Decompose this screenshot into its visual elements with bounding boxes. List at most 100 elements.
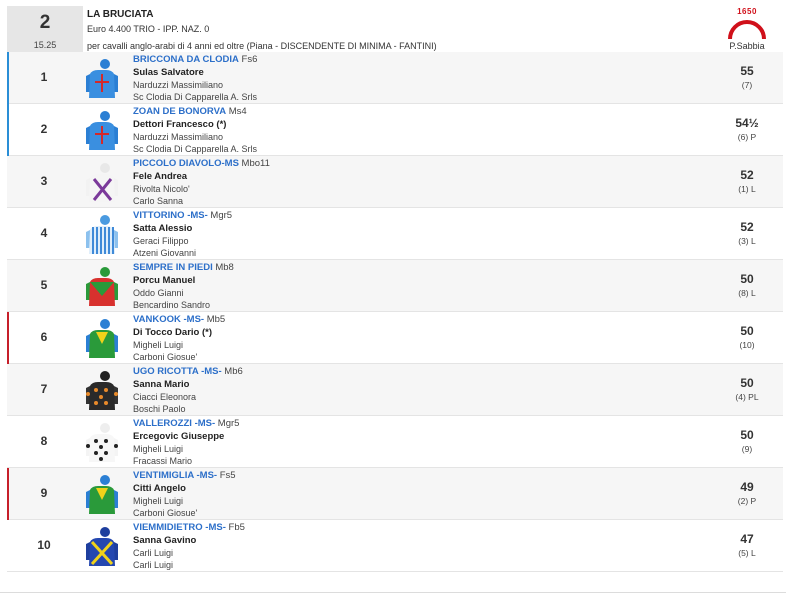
runner-number: 9 (40, 486, 48, 500)
trainer-name: Narduzzi Massimiliano (133, 132, 224, 142)
divider (0, 592, 786, 593)
runner-weight: 54½ (735, 116, 759, 130)
runner-draw: (5) L (738, 548, 756, 558)
silk-white-purple-cross-icon (84, 162, 118, 202)
owner-name: Bencardino Sandro (133, 300, 211, 310)
race-name: LA BRUCIATA (87, 9, 154, 20)
horse-name-line: UGO RICOTTA -MS- Mb6 (133, 366, 243, 377)
horse-form: Ms4 (228, 106, 247, 117)
runner-number: 7 (40, 382, 48, 396)
owner-name: Sc Clodia Di Capparella A. Srls (133, 92, 258, 102)
runner-draw: (7) (741, 80, 753, 90)
owner-name: Sc Clodia Di Capparella A. Srls (133, 144, 258, 154)
race-card: 2 15.25 LA BRUCIATA Euro 4.400 TRIO - IP… (0, 0, 786, 600)
jockey-name: Sanna Mario (133, 379, 190, 390)
horse-name-link[interactable]: PICCOLO DIAVOLO-MS (133, 158, 239, 169)
jockey-name: Ercegovic Giuseppe (133, 431, 225, 442)
trainer-name: Geraci Filippo (133, 236, 189, 246)
runner-number: 3 (40, 174, 48, 188)
runner-weight: 52 (740, 220, 754, 234)
trainer-name: Carli Luigi (133, 548, 174, 558)
runner-draw: (1) L (738, 184, 756, 194)
horse-name-line: VANKOOK -MS- Mb5 (133, 314, 225, 325)
row-marker (7, 312, 9, 364)
runner-draw: (6) P (737, 132, 757, 142)
trainer-name: Migheli Luigi (133, 444, 184, 454)
horse-name-link[interactable]: SEMPRE IN PIEDI (133, 262, 213, 273)
trainer-name: Ciacci Eleonora (133, 392, 197, 402)
horse-form: Mgr5 (210, 210, 233, 221)
horse-name-link[interactable]: VANKOOK -MS- (133, 314, 204, 325)
horse-name-line: VITTORINO -MS- Mgr5 (133, 210, 232, 221)
horse-name-link[interactable]: BRICCONA DA CLODIA (133, 54, 239, 65)
runner-row-8[interactable]: 8 VALLEROZZI -MS- Mgr5 Ercegovic Giusepp… (7, 416, 783, 468)
jockey-name: Sanna Gavino (133, 535, 197, 546)
runner-weight: 50 (740, 428, 754, 442)
horse-form: Fs6 (241, 54, 258, 65)
row-marker (7, 468, 9, 520)
horse-name-line: VALLEROZZI -MS- Mgr5 (133, 418, 239, 429)
silk-blue-red-cross-icon (84, 110, 118, 150)
silk-green-yellow-blue-icon (84, 474, 118, 514)
owner-name: Atzeni Giovanni (133, 248, 197, 258)
runner-draw: (4) PL (735, 392, 759, 402)
runner-number: 6 (40, 330, 48, 344)
runner-number: 8 (40, 434, 48, 448)
runner-draw: (8) L (738, 288, 756, 298)
trainer-name: Narduzzi Massimiliano (133, 80, 224, 90)
horse-name-link[interactable]: VALLEROZZI -MS- (133, 418, 215, 429)
horse-form: Fs5 (219, 470, 236, 481)
trainer-name: Migheli Luigi (133, 340, 184, 350)
runner-weight: 47 (740, 532, 754, 546)
runner-number: 4 (40, 226, 48, 240)
runner-row-5[interactable]: 5 SEMPRE IN PIEDI Mb8 Porcu Manuel Oddo … (7, 260, 783, 312)
runner-row-2[interactable]: 2 ZOAN DE BONORVA Ms4 Dettori Francesco … (7, 104, 783, 156)
race-conditions: per cavalli anglo-arabi di 4 anni ed olt… (87, 41, 437, 51)
owner-name: Fracassi Mario (133, 456, 193, 466)
horse-form: Mb8 (215, 262, 234, 273)
runner-row-10[interactable]: 10 VIEMMIDIETRO -MS- Fb5 Sanna Gavino Ca… (7, 520, 783, 572)
jockey-name: Fele Andrea (133, 171, 188, 182)
horse-name-link[interactable]: ZOAN DE BONORVA (133, 106, 226, 117)
runner-weight: 50 (740, 376, 754, 390)
horse-name-link[interactable]: VIEMMIDIETRO -MS- (133, 522, 226, 533)
runner-row-7[interactable]: 7 UGO RICOTTA -MS- Mb6 Sanna Mario Ciacc… (7, 364, 783, 416)
runner-row-3[interactable]: 3 PICCOLO DIAVOLO-MS Mbo11 Fele Andrea R… (7, 156, 783, 208)
owner-name: Carlo Sanna (133, 196, 184, 206)
runner-number: 5 (40, 278, 48, 292)
horse-name-link[interactable]: VITTORINO -MS- (133, 210, 208, 221)
horse-form: Mb5 (206, 314, 226, 325)
runner-number: 2 (40, 122, 48, 136)
runner-draw: (9) (741, 444, 753, 454)
race-number-box: 2 15.25 (7, 6, 83, 52)
owner-name: Carboni Giosue' (133, 352, 198, 362)
runner-row-6[interactable]: 6 VANKOOK -MS- Mb5 Di Tocco Dario (*) Mi… (7, 312, 783, 364)
runner-row-4[interactable]: 4 VITTORINO -MS- Mgr5 Satta Alessio Gera… (7, 208, 783, 260)
runner-weight: 52 (740, 168, 754, 182)
race-prize: Euro 4.400 TRIO - IPP. NAZ. 0 (87, 24, 210, 34)
runner-draw: (2) P (737, 496, 757, 506)
horse-name-line: VENTIMIGLIA -MS- Fs5 (133, 470, 236, 481)
runner-draw: (3) L (738, 236, 756, 246)
race-header: 2 15.25 LA BRUCIATA Euro 4.400 TRIO - IP… (0, 0, 786, 54)
horse-name-link[interactable]: VENTIMIGLIA -MS- (133, 470, 217, 481)
silk-black-orange-dots-icon (84, 370, 118, 410)
runner-row-1[interactable]: 1 BRICCONA DA CLODIA Fs6 Sulas Salvatore… (7, 52, 783, 104)
silk-green-red-icon (84, 266, 118, 306)
runner-draw: (10) (739, 340, 755, 350)
track-surface: P.Sabbia (729, 41, 765, 51)
jockey-name: Satta Alessio (133, 223, 193, 234)
horse-form: Mgr5 (217, 418, 240, 429)
horse-name-line: BRICCONA DA CLODIA Fs6 (133, 54, 257, 65)
jockey-name: Citti Angelo (133, 483, 186, 494)
trainer-name: Migheli Luigi (133, 496, 184, 506)
silk-blue-red-cross-icon (84, 58, 118, 98)
track-distance: 1650 (737, 7, 757, 16)
horse-name-link[interactable]: UGO RICOTTA -MS- (133, 366, 222, 377)
runners-list: 1 BRICCONA DA CLODIA Fs6 Sulas Salvatore… (7, 52, 786, 572)
horse-form: Mbo11 (241, 158, 270, 169)
owner-name: Carboni Giosue' (133, 508, 198, 518)
trainer-name: Rivolta Nicolo' (133, 184, 190, 194)
runner-weight: 49 (740, 480, 754, 494)
runner-row-9[interactable]: 9 VENTIMIGLIA -MS- Fs5 Citti Angelo Migh… (7, 468, 783, 520)
